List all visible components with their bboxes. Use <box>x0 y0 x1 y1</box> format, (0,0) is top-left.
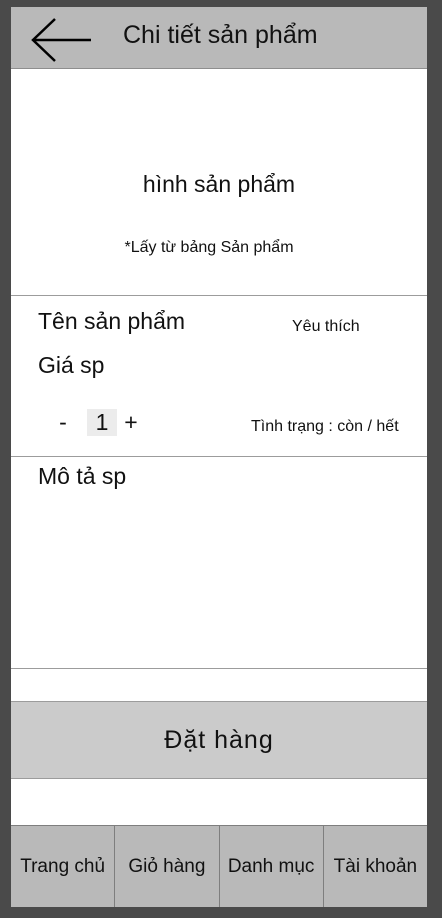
order-button[interactable]: Đặt hàng <box>11 701 427 779</box>
app-header: Chi tiết sản phẩm <box>11 7 427 69</box>
product-description-label: Mô tả sp <box>38 463 127 489</box>
decrease-quantity-button[interactable]: - <box>53 409 73 436</box>
tab-home[interactable]: Trang chủ <box>11 826 116 907</box>
tab-account[interactable]: Tài khoản <box>324 826 427 907</box>
bottom-tab-bar: Trang chủ Giỏ hàng Danh mục Tài khoản <box>11 825 427 907</box>
tab-categories[interactable]: Danh mục <box>220 826 324 907</box>
product-description-section: Mô tả sp <box>11 457 427 669</box>
tab-cart[interactable]: Giỏ hàng <box>115 826 220 907</box>
product-image-placeholder: hình sản phẩm *Lấy từ bảng Sản phẩm <box>11 69 427 296</box>
product-image-label: hình sản phẩm <box>142 171 296 197</box>
product-image-note: *Lấy từ bảng Sản phẩm <box>124 239 294 256</box>
page-title: Chi tiết sản phẩm <box>123 21 318 49</box>
arrow-left-icon[interactable] <box>29 17 93 63</box>
product-name: Tên sản phẩm <box>38 308 186 334</box>
quantity-value[interactable]: 1 <box>87 408 117 436</box>
app-screen: Chi tiết sản phẩm hình sản phẩm *Lấy từ … <box>11 7 427 907</box>
favorite-button[interactable]: Yêu thích <box>292 318 360 336</box>
product-price: Giá sp <box>38 352 105 378</box>
increase-quantity-button[interactable]: + <box>121 409 141 436</box>
quantity-stepper: - 1 + <box>53 408 141 436</box>
stock-status: Tình trạng : còn / hết <box>251 418 399 435</box>
product-info-section: Tên sản phẩm Yêu thích Giá sp - 1 + Tình… <box>11 296 427 457</box>
